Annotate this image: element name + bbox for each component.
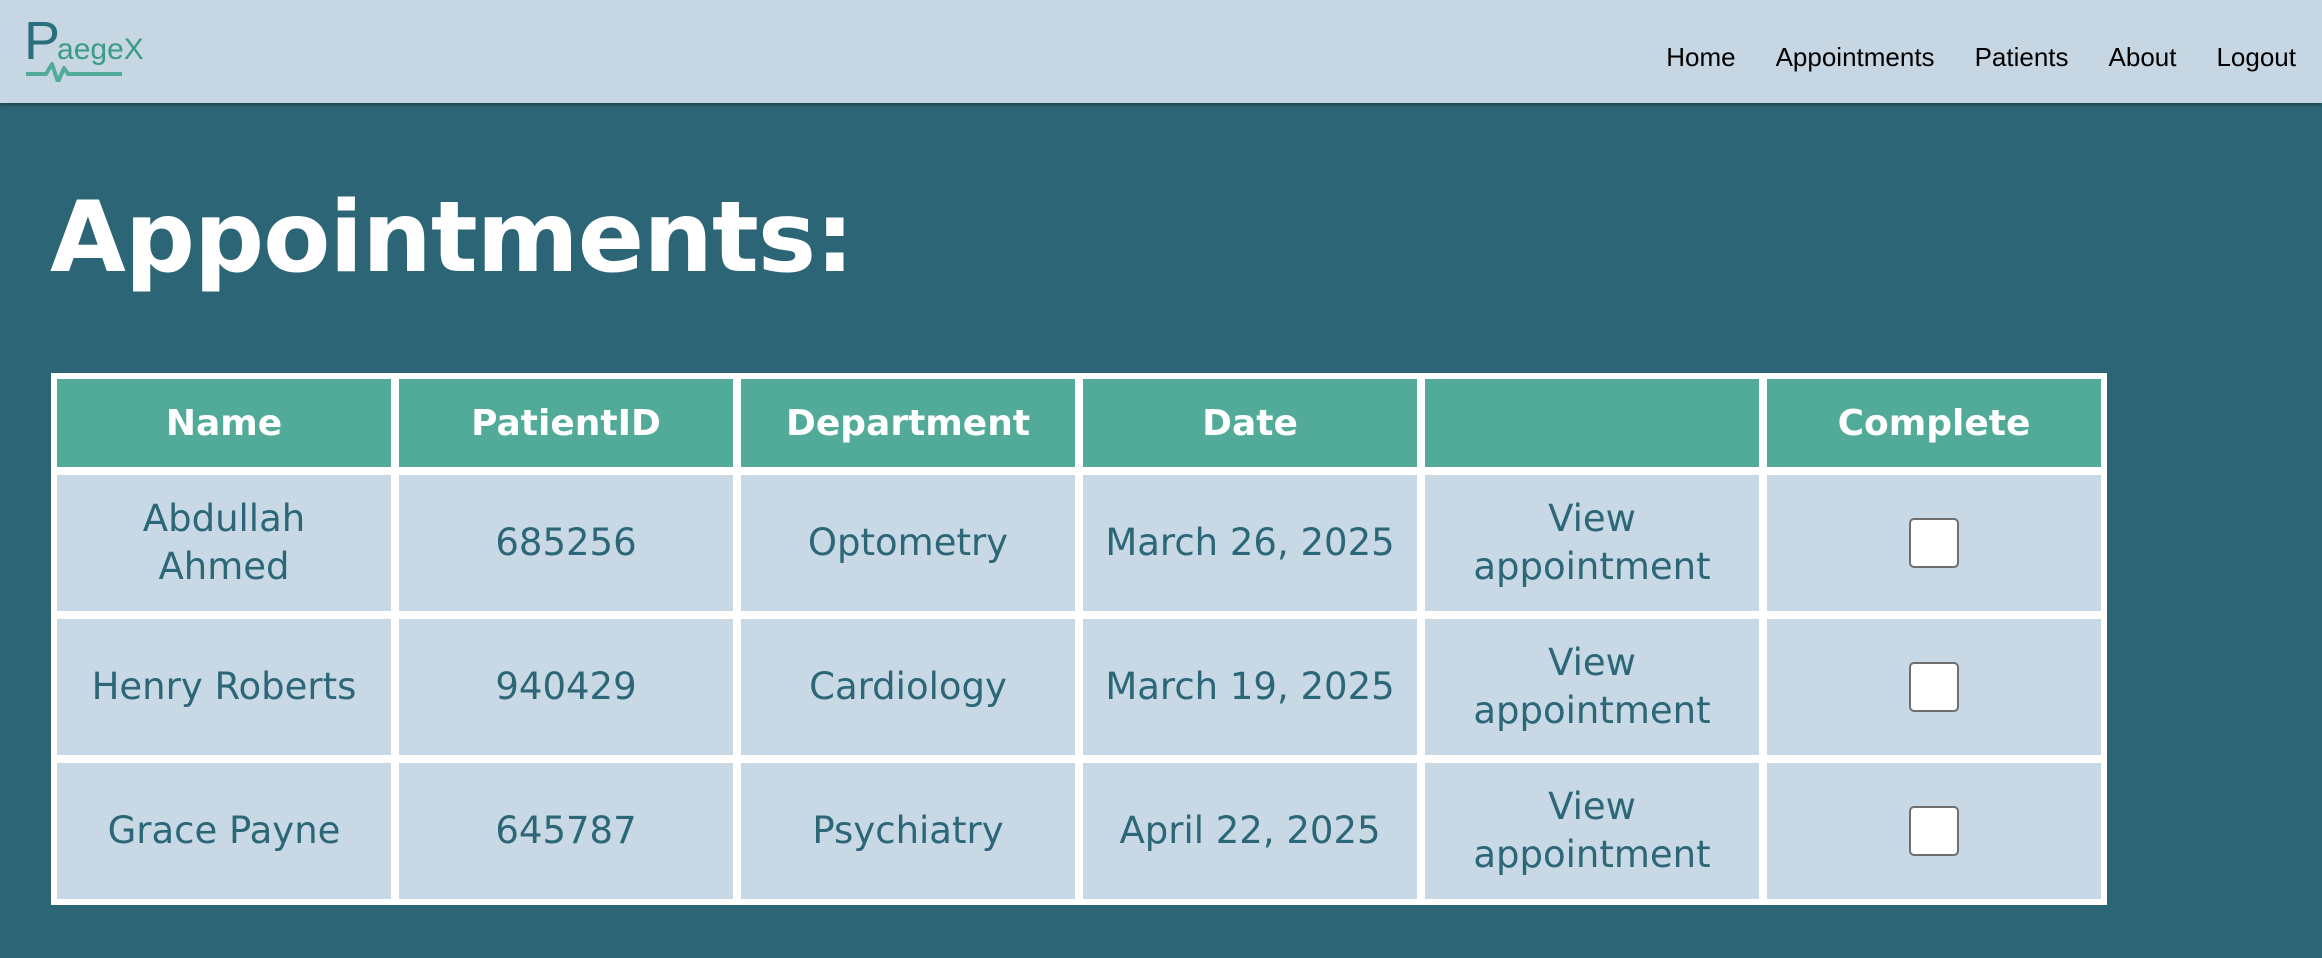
page-title: Appointments: [50,181,854,295]
complete-checkbox[interactable] [1909,806,1959,856]
column-header-name: Name [57,379,391,467]
cell-department: Optometry [741,475,1075,611]
main-nav: Home Appointments Patients About Logout [1666,40,2296,74]
cell-name: Abdullah Ahmed [57,475,391,611]
appointments-table: Name PatientID Department Date Complete … [49,371,2109,907]
cell-action: View appointment [1425,763,1759,899]
cell-patientid: 685256 [399,475,733,611]
cell-date: April 22, 2025 [1083,763,1417,899]
column-header-department: Department [741,379,1075,467]
cell-date: March 19, 2025 [1083,619,1417,755]
cell-patientid: 940429 [399,619,733,755]
view-appointment-link[interactable]: View appointment [1473,641,1710,732]
nav-logout-link[interactable]: Logout [2216,40,2296,74]
column-header-action [1425,379,1759,467]
nav-patients-link[interactable]: Patients [1975,40,2069,74]
column-header-complete: Complete [1767,379,2101,467]
cell-action: View appointment [1425,475,1759,611]
cell-complete [1767,475,2101,611]
cell-complete [1767,619,2101,755]
cell-complete [1767,763,2101,899]
cell-name: Grace Payne [57,763,391,899]
column-header-patientid: PatientID [399,379,733,467]
top-navbar: PaegeX Home Appointments Patients About … [0,0,2322,103]
cell-department: Psychiatry [741,763,1075,899]
cell-department: Cardiology [741,619,1075,755]
complete-checkbox[interactable] [1909,662,1959,712]
nav-about-link[interactable]: About [2109,40,2177,74]
brand-logo[interactable]: PaegeX [24,10,144,85]
table-row: Grace Payne 645787 Psychiatry April 22, … [57,763,2101,899]
heartbeat-icon [26,62,122,82]
view-appointment-link[interactable]: View appointment [1473,785,1710,876]
column-header-date: Date [1083,379,1417,467]
table-row: Abdullah Ahmed 685256 Optometry March 26… [57,475,2101,611]
cell-name: Henry Roberts [57,619,391,755]
complete-checkbox[interactable] [1909,518,1959,568]
cell-date: March 26, 2025 [1083,475,1417,611]
cell-patientid: 645787 [399,763,733,899]
table-header-row: Name PatientID Department Date Complete [57,379,2101,467]
nav-home-link[interactable]: Home [1666,40,1735,74]
nav-appointments-link[interactable]: Appointments [1776,40,1935,74]
cell-action: View appointment [1425,619,1759,755]
table-row: Henry Roberts 940429 Cardiology March 19… [57,619,2101,755]
appointments-table-container: Name PatientID Department Date Complete … [51,373,2107,905]
view-appointment-link[interactable]: View appointment [1473,497,1710,588]
